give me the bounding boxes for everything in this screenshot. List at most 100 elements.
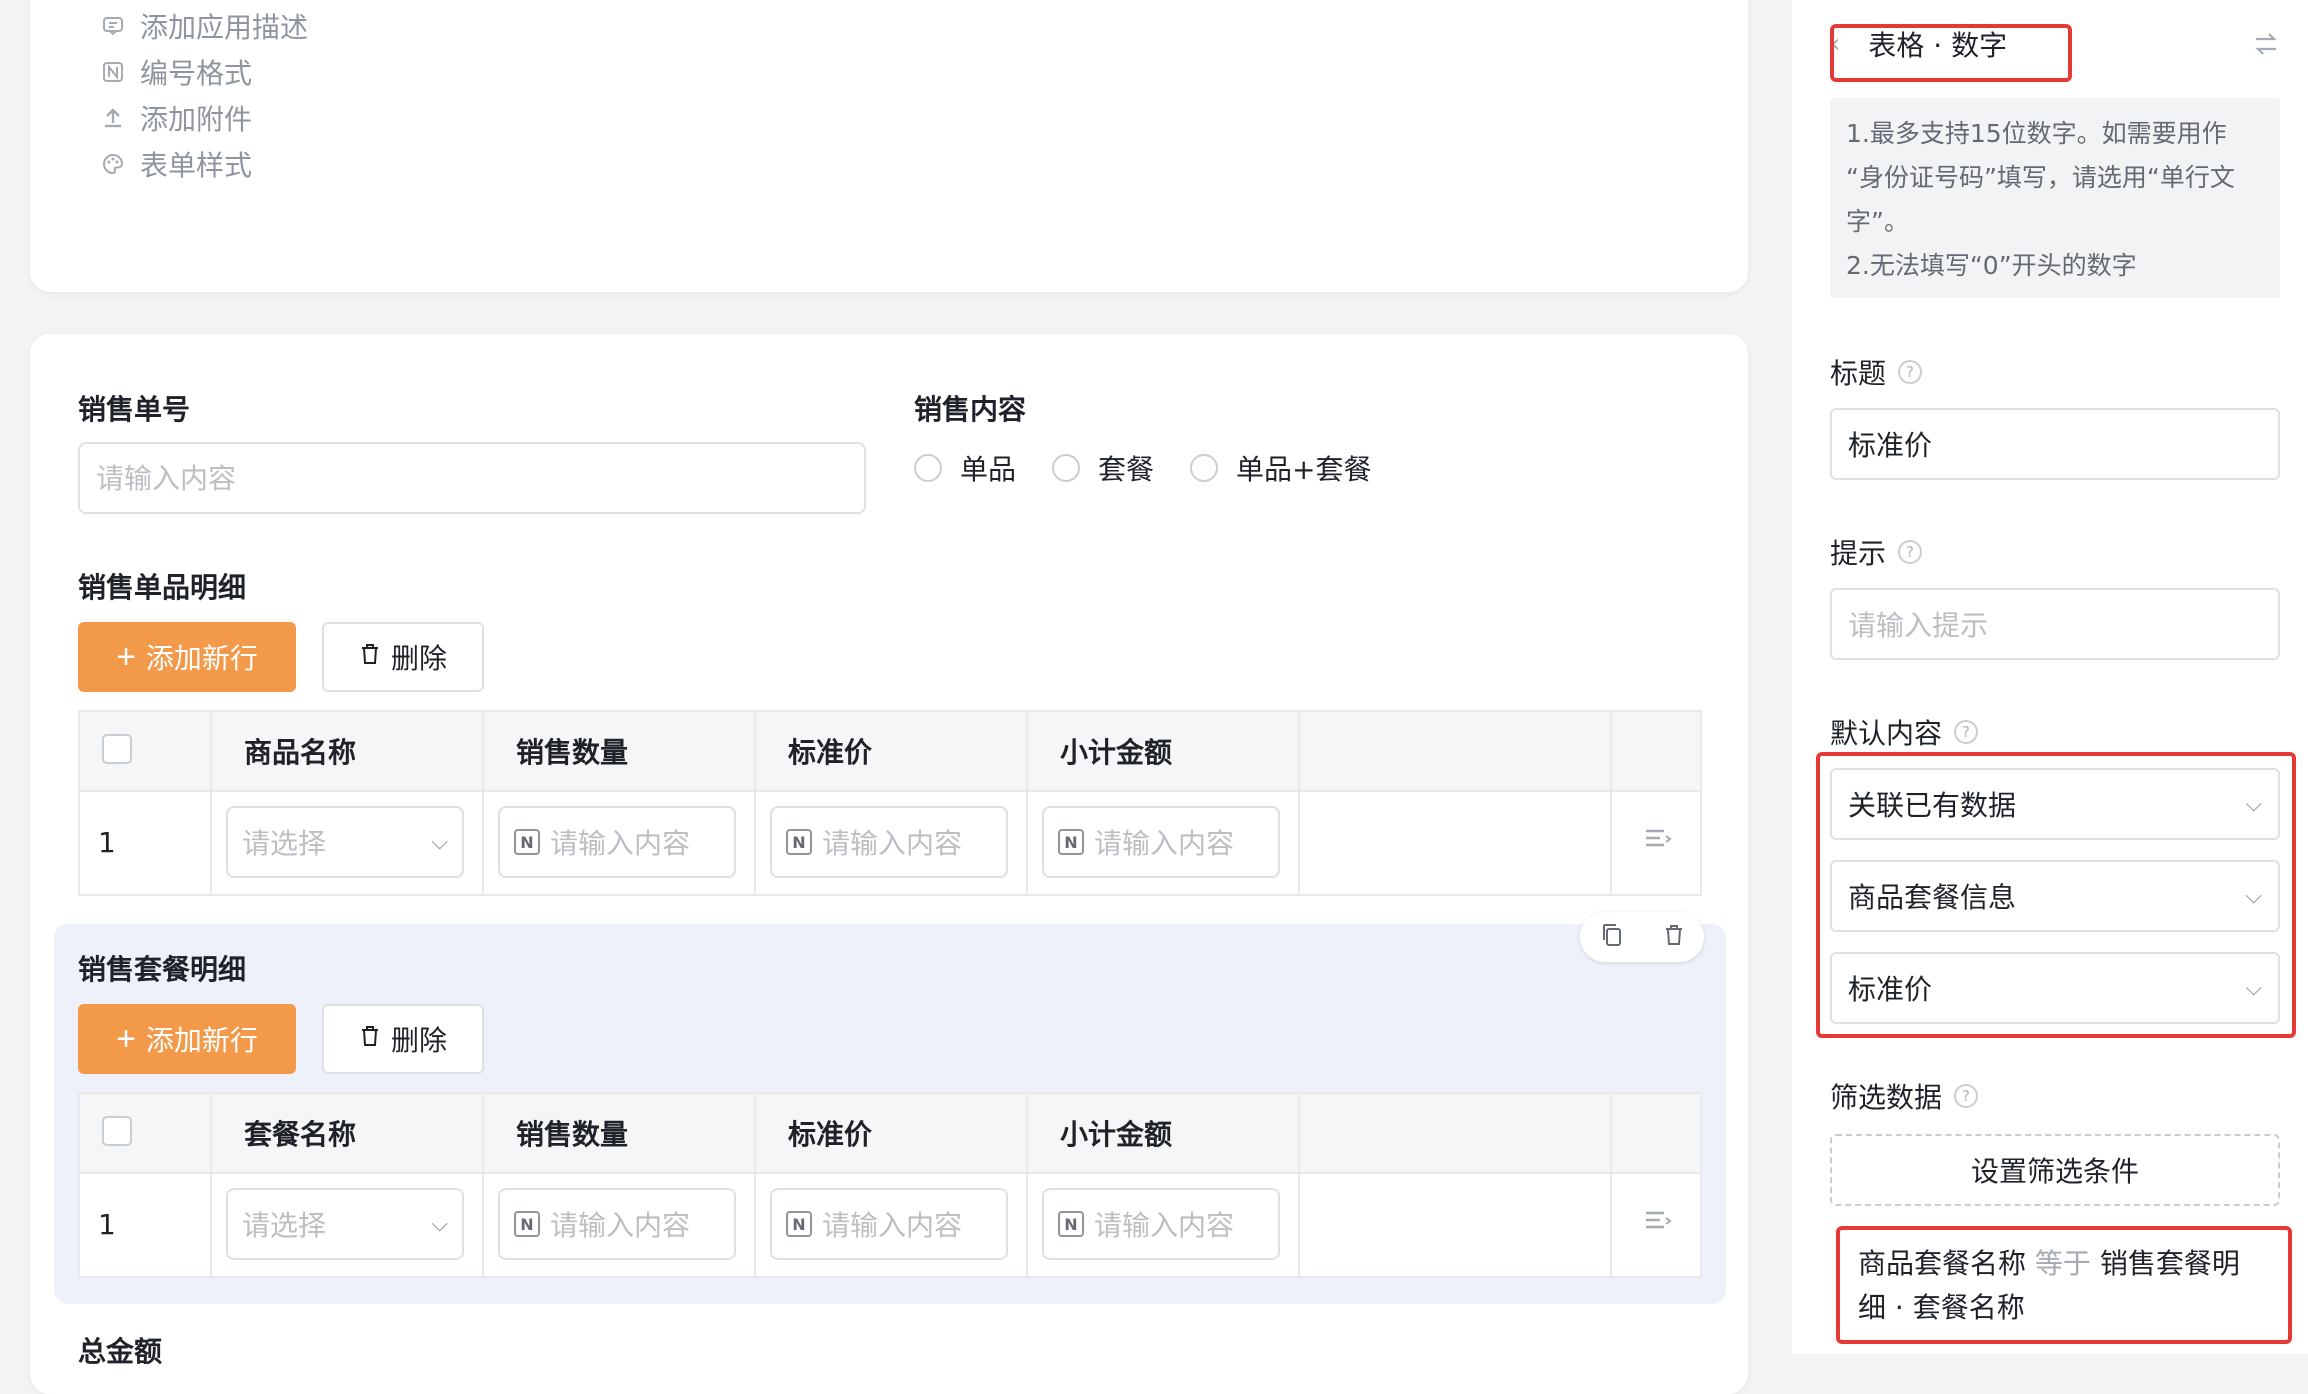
default-content-highlight (1816, 752, 2296, 1038)
title-input[interactable]: 标准价 (1830, 408, 2280, 480)
input-placeholder: 请输入内容 (822, 1209, 963, 1242)
number-icon: N (786, 829, 812, 855)
quantity-input[interactable]: N 请输入内容 (498, 1188, 736, 1260)
sales-content-radio-group: 单品 套餐 单品+套餐 (914, 448, 1408, 488)
delete-label: 删除 (390, 1025, 447, 1056)
number-icon: N (514, 829, 540, 855)
sales-no-input[interactable] (78, 442, 866, 514)
number-icon: N (514, 1211, 540, 1237)
radio-label: 单品 (960, 453, 1017, 486)
plus-icon: + (116, 638, 136, 676)
subtotal-input[interactable]: N 请输入内容 (1042, 806, 1280, 878)
trash-icon[interactable] (1663, 923, 1685, 951)
column-header: 销售数量 (516, 1118, 629, 1151)
tip-line: 2.无法填写“0”开头的数字 (1846, 251, 2137, 280)
column-header: 小计金额 (1060, 736, 1173, 769)
block-toolbar (1580, 912, 1704, 962)
filter-data-label: 筛选数据 ? (1830, 1076, 1979, 1116)
properties-panel: ‹ 表格 · 数字 1.最多支持15位数字。如需要用作 “身份证号码”填写，请选… (1792, 0, 2308, 1354)
set-filter-button[interactable]: 设置筛选条件 (1830, 1134, 2280, 1206)
tips-box: 1.最多支持15位数字。如需要用作 “身份证号码”填写，请选用“单行文 字”。 … (1830, 98, 2280, 298)
row-index: 1 (98, 1208, 116, 1241)
combo-add-row-button[interactable]: + 添加新行 (78, 1004, 296, 1074)
subtotal-input[interactable]: N 请输入内容 (1042, 1188, 1280, 1260)
product-name-select[interactable]: 请选择 ⌵ (226, 806, 464, 878)
number-icon: N (1058, 829, 1084, 855)
help-icon[interactable]: ? (1898, 540, 1923, 564)
palette-icon (100, 151, 126, 177)
combo-delete-button[interactable]: 删除 (322, 1004, 484, 1074)
tip-line: 字”。 (1846, 207, 1909, 236)
radio-option-single[interactable]: 单品 (914, 448, 1016, 488)
row-action-icon[interactable] (1642, 1206, 1672, 1240)
column-header: 销售数量 (516, 736, 629, 769)
upload-icon (100, 105, 126, 131)
row-action-icon[interactable] (1642, 824, 1672, 858)
help-icon[interactable]: ? (1898, 360, 1923, 384)
column-header: 标准价 (788, 736, 873, 769)
combo-detail-table: 套餐名称 销售数量 标准价 小计金额 1 请选择 ⌵ N 请输入内容 N 请输入… (78, 1092, 1702, 1278)
select-all-checkbox[interactable] (102, 1116, 132, 1146)
chevron-down-icon: ⌵ (431, 1211, 448, 1237)
single-detail-table: 商品名称 销售数量 标准价 小计金额 1 请选择 ⌵ N 请输入内容 N 请输入… (78, 710, 1702, 896)
set-filter-label: 设置筛选条件 (1970, 1155, 2139, 1188)
menu-item-description[interactable]: 添加应用描述 (100, 6, 308, 46)
radio-circle[interactable] (914, 454, 942, 482)
description-icon (100, 13, 126, 39)
menu-item-form-style[interactable]: 表单样式 (100, 144, 252, 184)
price-input[interactable]: N 请输入内容 (770, 806, 1008, 878)
label-text: 默认内容 (1830, 717, 1943, 750)
price-input[interactable]: N 请输入内容 (770, 1188, 1008, 1260)
add-row-label: 添加新行 (145, 643, 258, 674)
quantity-input[interactable]: N 请输入内容 (498, 806, 736, 878)
sales-content-label: 销售内容 (914, 393, 1027, 426)
column-header: 小计金额 (1060, 1118, 1173, 1151)
hint-input[interactable]: 请输入提示 (1830, 588, 2280, 660)
input-placeholder: 请输入内容 (1094, 1209, 1235, 1242)
radio-option-combo[interactable]: 套餐 (1052, 448, 1154, 488)
single-delete-button[interactable]: 删除 (322, 622, 484, 692)
combo-detail-title: 销售套餐明细 (78, 953, 247, 986)
add-row-label: 添加新行 (145, 1025, 258, 1056)
sales-no-label: 销售单号 (78, 393, 191, 426)
help-icon[interactable]: ? (1954, 1084, 1979, 1108)
filter-condition[interactable]: 商品套餐名称 等于 销售套餐明 细 · 套餐名称 (1836, 1226, 2292, 1344)
help-icon[interactable]: ? (1954, 720, 1979, 744)
label-text: 筛选数据 (1830, 1081, 1943, 1114)
hint-field-label: 提示 ? (1830, 532, 1923, 572)
switch-icon[interactable] (2252, 30, 2280, 62)
input-placeholder: 请输入内容 (550, 1209, 691, 1242)
menu-item-attachment[interactable]: 添加附件 (100, 98, 252, 138)
radio-circle[interactable] (1052, 454, 1081, 482)
menu-item-label: 编号格式 (140, 57, 253, 90)
plus-icon: + (116, 1020, 136, 1058)
delete-label: 删除 (390, 643, 447, 674)
condition-value: 销售套餐明 (2099, 1247, 2240, 1280)
input-placeholder: 请输入内容 (1094, 827, 1235, 860)
number-icon: N (1058, 1211, 1084, 1237)
select-placeholder: 请选择 (242, 827, 327, 860)
title-value: 标准价 (1848, 429, 1933, 462)
radio-option-both[interactable]: 单品+套餐 (1190, 448, 1372, 488)
label-text: 标题 (1830, 357, 1887, 390)
menu-item-number-format[interactable]: 编号格式 (100, 52, 252, 92)
single-add-row-button[interactable]: + 添加新行 (78, 622, 296, 692)
radio-label: 套餐 (1098, 453, 1155, 486)
radio-label: 单品+套餐 (1236, 453, 1372, 486)
number-icon: N (786, 1211, 812, 1237)
number-format-icon (100, 59, 126, 85)
menu-item-label: 表单样式 (140, 149, 253, 182)
title-field-label: 标题 ? (1830, 352, 1923, 392)
select-all-checkbox[interactable] (102, 734, 132, 764)
total-label: 总金额 (78, 1335, 163, 1368)
radio-circle[interactable] (1190, 454, 1219, 482)
app-settings-menu: 添加应用描述 编号格式 添加附件 表单样式 (30, 0, 1748, 292)
single-detail-title: 销售单品明细 (78, 571, 247, 604)
combo-name-select[interactable]: 请选择 ⌵ (226, 1188, 464, 1260)
select-placeholder: 请选择 (242, 1209, 327, 1242)
label-text: 提示 (1830, 537, 1887, 570)
menu-item-label: 添加应用描述 (140, 11, 309, 44)
condition-field: 商品套餐名称 (1858, 1247, 2027, 1280)
copy-icon[interactable] (1600, 922, 1624, 952)
menu-item-label: 添加附件 (140, 103, 253, 136)
